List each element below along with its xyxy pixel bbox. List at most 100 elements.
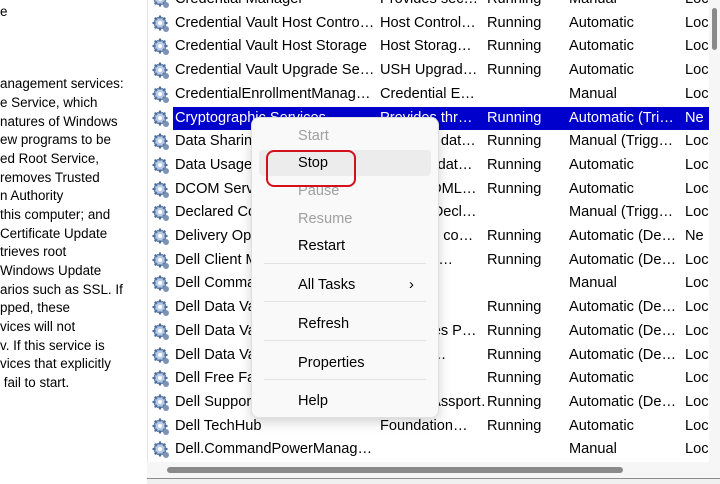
menu-separator (264, 263, 426, 264)
service-startup: Manual (569, 0, 683, 12)
gear-icon (152, 394, 170, 412)
service-description-pane: e anagement services: e Service, which natu… (0, 0, 147, 483)
service-row[interactable]: Dell.CommandPowerManag… Manual Loc (148, 438, 710, 462)
service-name: Credential Vault Upgrade Se… (175, 62, 375, 79)
gear-icon (152, 133, 170, 151)
service-startup: Manual (Trigg… (569, 204, 674, 221)
menu-item-start[interactable]: Start (259, 123, 431, 149)
description-line: anagement services: (0, 76, 124, 91)
service-logon: Loc (685, 133, 709, 150)
description-line: e Service, which (0, 95, 98, 110)
menu-item-properties[interactable]: Properties (259, 350, 431, 376)
service-logon: Loc (685, 322, 709, 339)
description-line: vices will not (0, 319, 76, 334)
service-startup: Manual (569, 441, 617, 458)
menu-separator (264, 301, 426, 302)
service-row[interactable]: CredentialEnrollmentManag… Credential E… M… (148, 83, 710, 107)
menu-item-refresh[interactable]: Refresh (259, 311, 431, 337)
service-startup: Automatic (De… (569, 393, 677, 410)
menu-item-resume[interactable]: Resume (259, 206, 431, 232)
horizontal-scrollbar-thumb[interactable] (167, 467, 623, 473)
service-status: Running (487, 251, 542, 268)
menu-item-label: Start (298, 128, 329, 144)
service-name: CredentialEnrollmentManag… (175, 85, 371, 102)
gear-icon (152, 441, 170, 459)
service-logon: Loc (685, 62, 709, 79)
service-name: Credential Vault Host Contro… (175, 14, 375, 31)
stop-highlight-annotation (266, 150, 356, 187)
gear-icon (152, 323, 170, 341)
gear-icon (152, 62, 170, 80)
service-startup: Automatic (569, 14, 634, 31)
service-logon: Loc (685, 0, 710, 12)
service-logon: Loc (685, 156, 709, 173)
service-status: Running (487, 322, 542, 339)
gear-icon (152, 370, 170, 388)
gear-icon (152, 418, 170, 436)
vertical-scrollbar-thumb[interactable] (712, 8, 717, 50)
service-logon: Ne (685, 228, 704, 244)
service-name: Dell.CommandPowerManag… (175, 441, 373, 458)
description-line: removes Trusted (0, 170, 100, 185)
description-line: Certificate Update (0, 226, 108, 241)
menu-item-label: Properties (298, 355, 365, 371)
gear-icon (152, 157, 170, 175)
service-logon: Loc (685, 370, 709, 387)
gear-icon (152, 299, 170, 317)
menu-item-label: Resume (298, 211, 353, 227)
service-logon: Loc (685, 180, 709, 197)
gear-icon (152, 347, 170, 365)
service-name: Dell TechHub (175, 417, 262, 434)
service-row[interactable]: Credential Vault Host Storage Host Storag… (148, 35, 710, 59)
service-desc: Host Storag… (380, 38, 472, 55)
gear-icon (152, 228, 170, 246)
description-line: v. If this service is (0, 338, 105, 353)
description-line: n Authority (0, 188, 64, 203)
service-status: Running (487, 346, 542, 363)
service-desc: Credential E… (380, 85, 475, 102)
vertical-scrollbar[interactable] (709, 0, 720, 462)
service-startup: Automatic (569, 156, 634, 173)
gear-icon (152, 86, 170, 104)
description-line: vices that explicitly (0, 356, 111, 371)
menu-item-all-tasks[interactable]: All Tasks › (259, 272, 431, 298)
service-logon: Loc (685, 275, 709, 292)
service-startup: Automatic (De… (569, 228, 677, 244)
service-logon: Loc (685, 38, 709, 55)
description-line: trieves root (0, 244, 67, 259)
service-startup: Automatic (De… (569, 299, 677, 316)
service-startup: Manual (569, 85, 617, 102)
service-desc: Foundation… (380, 417, 468, 434)
horizontal-scrollbar[interactable] (147, 462, 720, 478)
service-row[interactable]: Credential Manager Provides sec…RunningMa… (148, 0, 710, 12)
service-status: Running (487, 370, 542, 387)
service-status: Running (487, 133, 542, 150)
service-status: Running (487, 299, 542, 316)
menu-item-restart[interactable]: Restart (259, 233, 431, 259)
service-logon: Loc (685, 346, 709, 363)
service-row[interactable]: Dell TechHub Foundation… Running Automatic L… (148, 415, 710, 439)
service-status: Running (487, 0, 567, 12)
service-startup: Manual (569, 275, 617, 292)
service-startup: Automatic (569, 180, 634, 197)
service-status: Running (487, 38, 542, 55)
service-logon: Loc (685, 299, 709, 316)
service-status: Running (487, 228, 542, 244)
service-startup: Automatic (569, 370, 634, 387)
service-row[interactable]: Credential Vault Upgrade Se… USH Upgrad… R… (148, 59, 710, 83)
service-status: Running (487, 62, 542, 79)
service-name: Credential Manager (175, 0, 375, 12)
service-row[interactable]: Credential Vault Host Contro… Host Contro… (148, 12, 710, 36)
menu-item-help[interactable]: Help (259, 388, 431, 414)
service-startup: Automatic (Tri… (569, 109, 674, 126)
service-status: Running (487, 14, 542, 31)
service-logon: Loc (685, 85, 709, 102)
description-line: this computer; and (0, 207, 111, 222)
gear-icon (152, 275, 170, 293)
menu-item-label: Restart (298, 238, 346, 254)
service-status: Running (487, 109, 542, 126)
service-startup: Automatic (De… (569, 251, 677, 268)
service-startup: Manual (Trigg… (569, 133, 674, 150)
menu-item-label: Refresh (298, 316, 350, 332)
menu-item-label: Help (298, 393, 329, 409)
